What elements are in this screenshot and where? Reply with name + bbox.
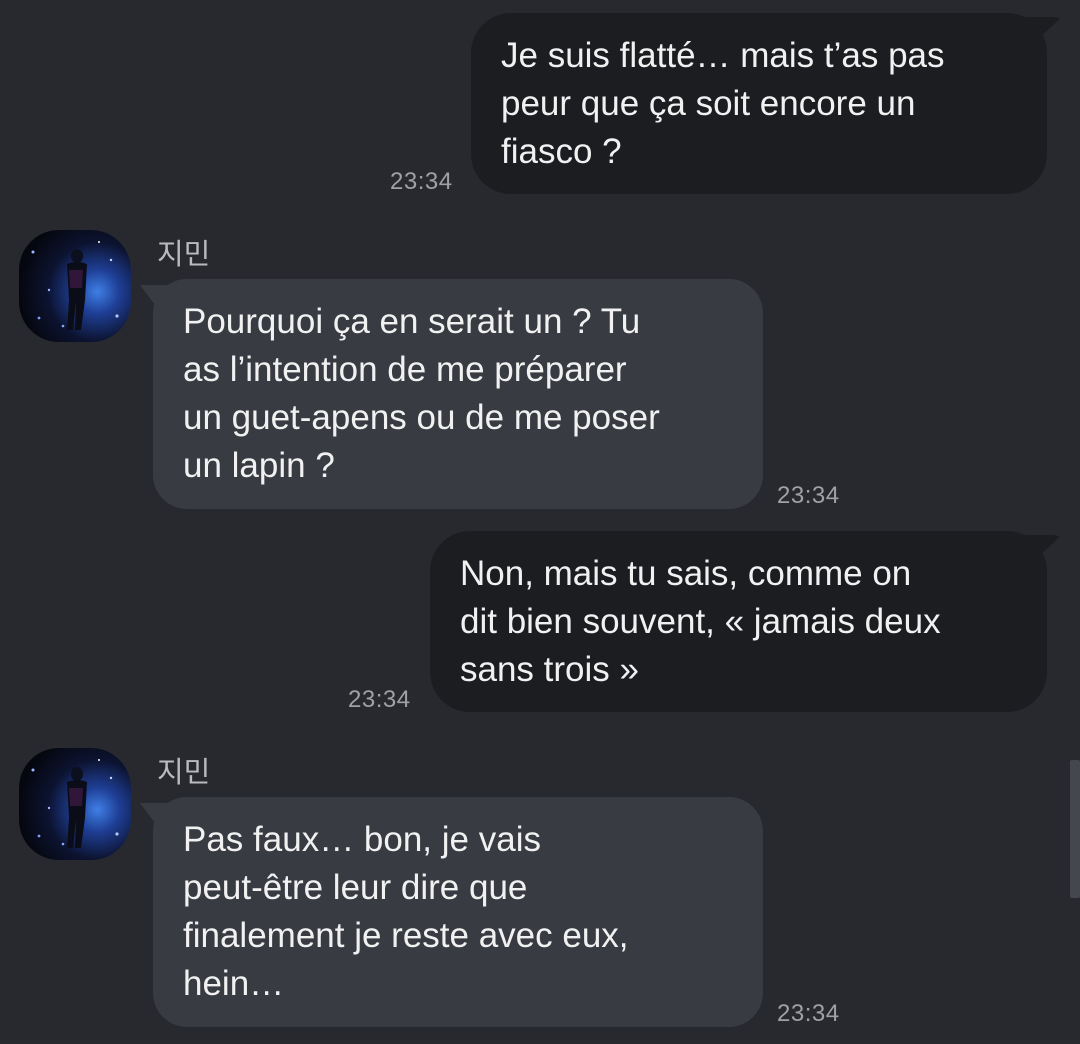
message-line: sans trois » (460, 649, 639, 689)
message-timestamp: 23:34 (348, 686, 411, 713)
avatar[interactable] (19, 748, 131, 860)
message-line: Non, mais tu sais, comme on (460, 553, 912, 593)
message-timestamp: 23:34 (777, 1000, 840, 1027)
profile-photo-icon (31, 241, 119, 330)
avatar[interactable] (19, 230, 131, 342)
message-line: fiasco ? (501, 131, 622, 171)
message-line: peur que ça soit encore un (501, 83, 916, 123)
message-bubble[interactable]: Je suis flatté… mais t’as pas peur que ç… (471, 13, 1047, 194)
sender-name: 지민 (157, 755, 211, 789)
message-line: finalement je reste avec eux, (183, 916, 629, 955)
message-line: Pas faux… bon, je vais (183, 820, 541, 859)
scrollbar[interactable] (1070, 760, 1080, 898)
message-line: Je suis flatté… mais t’as pas (501, 35, 945, 75)
message-timestamp: 23:34 (390, 168, 453, 195)
message-timestamp: 23:34 (777, 482, 840, 509)
message-line: peut-être leur dire que (183, 868, 528, 907)
message-line: un guet-apens ou de me poser (183, 398, 660, 437)
profile-photo-icon (31, 759, 119, 848)
message-bubble[interactable]: Non, mais tu sais, comme on dit bien sou… (430, 531, 1047, 712)
sender-name: 지민 (157, 237, 211, 271)
chat-thread: 23:34 Je suis flatté… mais t’as pas peur… (0, 0, 1080, 1044)
message-line: dit bien souvent, « jamais deux (460, 601, 941, 641)
message-line: un lapin ? (183, 446, 335, 485)
message-bubble[interactable]: Pas faux… bon, je vais peut-être leur di… (153, 797, 763, 1027)
message-line: as l’intention de me préparer (183, 350, 627, 389)
message-line: hein… (183, 964, 285, 1003)
message-line: Pourquoi ça en serait un ? Tu (183, 302, 641, 341)
message-bubble[interactable]: Pourquoi ça en serait un ? Tu as l’inten… (153, 279, 763, 509)
